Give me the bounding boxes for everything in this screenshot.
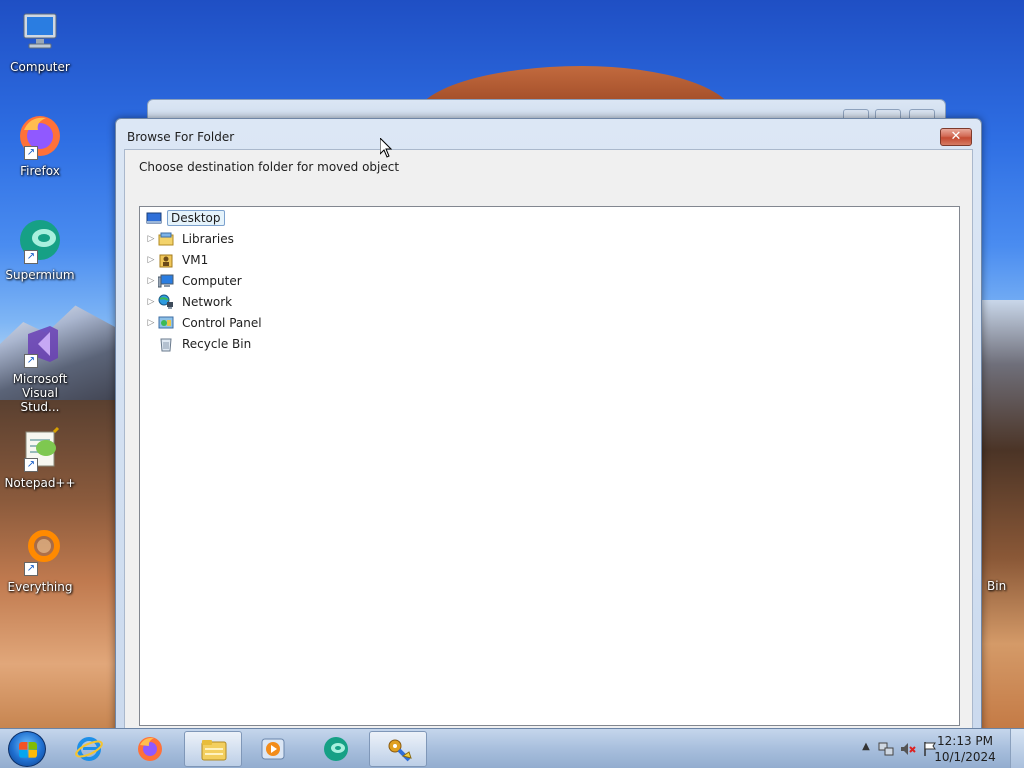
firefox-icon: ↗ (16, 112, 64, 160)
control-panel-icon (158, 315, 174, 331)
visual-studio-icon: ↗ (16, 320, 64, 368)
tree-item-desktop[interactable]: Desktop (146, 208, 225, 227)
dialog-instruction: Choose destination folder for moved obje… (139, 160, 400, 174)
computer-icon (157, 273, 174, 289)
windows-logo-icon (19, 742, 37, 758)
desktop-icon-supermium[interactable]: ↗ Supermium (4, 216, 76, 282)
tree-item-control-panel[interactable]: ▷ Control Panel (146, 313, 265, 332)
taskbar-clock[interactable]: 12:13 PM 10/1/2024 (930, 733, 1000, 765)
desktop-icon-label: Notepad++ (4, 476, 76, 490)
shortcut-arrow-icon: ↗ (24, 250, 38, 264)
desktop-icon-label: Everything (7, 580, 73, 594)
supermium-icon: ↗ (16, 216, 64, 264)
media-player-icon (259, 735, 287, 763)
libraries-icon (158, 231, 174, 247)
taskbar-button-file-explorer[interactable] (184, 731, 242, 767)
mouse-cursor-icon (379, 136, 393, 158)
tree-item-label: Computer (182, 273, 242, 288)
tree-item-recycle-bin[interactable]: Recycle Bin (158, 334, 254, 353)
recycle-bin-icon (158, 336, 174, 352)
dialog-body: Choose destination folder for moved obje… (124, 149, 973, 737)
desktop-icon (146, 210, 162, 226)
dialog-close-button[interactable]: ✕ (940, 128, 972, 146)
desktop-icon-label: Supermium (5, 268, 75, 282)
tree-item-label: Libraries (182, 231, 234, 246)
tree-item-network[interactable]: ▷ Network (146, 292, 235, 311)
wallpaper-right (980, 300, 1024, 730)
taskbar-button-internet-explorer[interactable] (60, 731, 118, 767)
expand-arrow-icon[interactable]: ▷ (146, 313, 156, 332)
desktop-icon-firefox[interactable]: ↗ Firefox (4, 112, 76, 178)
taskbar-button-media-player[interactable] (244, 731, 302, 767)
user-folder-icon (158, 252, 174, 268)
volume-muted-icon[interactable] (900, 741, 916, 757)
clock-time: 12:13 PM (937, 734, 993, 748)
expand-arrow-icon[interactable]: ▷ (146, 292, 156, 311)
browse-for-folder-dialog: Browse For Folder ✕ Choose destination f… (115, 118, 982, 738)
supermium-icon (322, 735, 350, 763)
tree-item-label: Recycle Bin (182, 336, 252, 351)
expand-arrow-icon[interactable]: ▷ (146, 271, 156, 290)
network-icon[interactable] (878, 741, 894, 757)
firefox-icon (136, 735, 164, 763)
taskbar-button-firefox[interactable] (121, 731, 179, 767)
notepad-plus-plus-icon: ↗ (16, 424, 64, 472)
internet-explorer-icon (75, 735, 103, 763)
computer-icon (16, 8, 64, 56)
tree-item-label: Desktop (167, 209, 225, 226)
taskbar: ▲ 12:13 PM 10/1/2024 (0, 728, 1024, 768)
shortcut-arrow-icon: ↗ (24, 458, 38, 472)
expand-arrow-icon[interactable]: ▷ (146, 229, 156, 248)
network-icon (158, 294, 174, 310)
tree-item-label: Control Panel (182, 315, 262, 330)
desktop-icon-computer[interactable]: Computer (4, 8, 76, 74)
desktop-icon-label: Firefox (20, 164, 60, 178)
tree-item-vm1[interactable]: ▷ VM1 (146, 250, 211, 269)
taskbar-button-supermium[interactable] (307, 731, 365, 767)
desktop-icon-label: Computer (10, 60, 70, 74)
folder-tree[interactable]: Desktop ▷ Libraries ▷ VM1 ▷ Computer ▷ N… (139, 206, 960, 726)
shortcut-arrow-icon: ↗ (24, 354, 38, 368)
clock-date: 10/1/2024 (934, 750, 996, 764)
desktop-icon-visual-studio[interactable]: ↗ Microsoft Visual Stud... (4, 320, 76, 414)
tree-item-label: VM1 (182, 252, 209, 267)
start-button[interactable] (8, 731, 46, 767)
folder-icon (200, 736, 228, 764)
show-desktop-button[interactable] (1010, 729, 1024, 768)
desktop-icon-recycle-bin-partial[interactable]: Bin (987, 579, 1006, 593)
shortcut-arrow-icon: ↗ (24, 146, 38, 160)
tree-item-label: Network (182, 294, 233, 309)
system-tray: ▲ 12:13 PM 10/1/2024 (834, 729, 1024, 768)
desktop-icon-label: Microsoft Visual Stud... (12, 372, 68, 414)
tree-item-computer[interactable]: ▷ Computer (146, 271, 245, 290)
settings-tool-icon (385, 736, 413, 764)
desktop-icon-notepad-plus-plus[interactable]: ↗ Notepad++ (4, 424, 76, 490)
desktop-icon-everything[interactable]: ↗ Everything (4, 528, 76, 594)
expand-arrow-icon[interactable]: ▷ (146, 250, 156, 269)
everything-search-icon: ↗ (16, 528, 64, 576)
taskbar-button-tweak-tool[interactable] (369, 731, 427, 767)
show-hidden-icons-icon[interactable]: ▲ (858, 741, 874, 757)
dialog-title: Browse For Folder (127, 130, 235, 144)
tree-item-libraries[interactable]: ▷ Libraries (146, 229, 237, 248)
shortcut-arrow-icon: ↗ (24, 562, 38, 576)
